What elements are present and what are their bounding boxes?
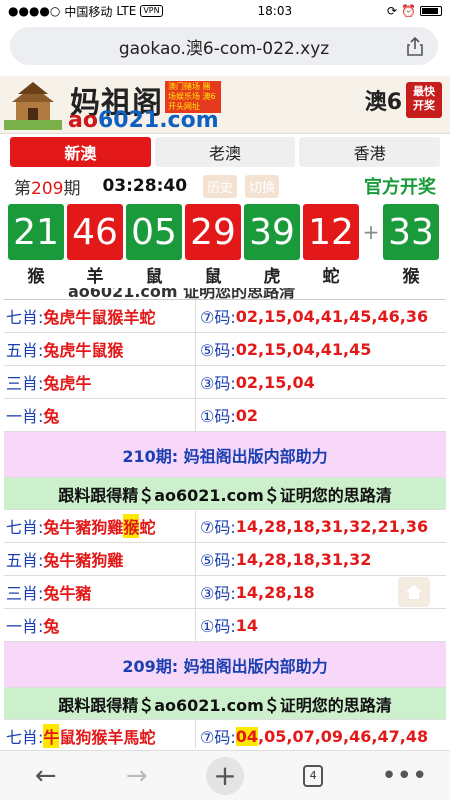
ball-number: 39 — [244, 204, 300, 260]
ball-item: 29 鼠 — [185, 204, 241, 287]
ball-zodiac: 蛇 — [322, 267, 340, 287]
signal-icon: ●●●●○ — [8, 4, 61, 18]
cutoff-row: ao6021.com 证明您的思路清 — [4, 288, 446, 300]
browser-toolbar: ← → + 4 ••• — [0, 750, 450, 800]
battery-icon — [420, 6, 442, 16]
table-row: 七肖: 兔牛豬狗雞猴蛇 ⑦码: 14,28,18,31,32,21,36 — [4, 510, 446, 543]
table-row: 五肖: 兔虎牛鼠猴 ⑤码: 02,15,04,41,45 — [4, 333, 446, 366]
arrow-right-icon: → — [125, 760, 148, 791]
more-dots-icon: ••• — [381, 760, 428, 791]
clock: 18:03 — [257, 4, 293, 18]
carrier-label: 中国移动 — [64, 4, 113, 19]
ball-item: 39 虎 — [244, 204, 300, 287]
home-button[interactable] — [398, 577, 430, 607]
new-tab-button[interactable]: + — [205, 756, 244, 795]
status-bar: ●●●●○ 中国移动 LTE VPN 18:03 ⟳ ⏰ — [0, 0, 450, 22]
ball-number: 46 — [67, 204, 123, 260]
table-row: 三肖: 兔虎牛 ③码: 02,15,04 — [4, 366, 446, 399]
ball-zodiac: 鼠 — [204, 267, 222, 287]
more-menu-button[interactable]: ••• — [381, 756, 428, 796]
plus-icon: + — [213, 759, 237, 792]
ball-zodiac: 猴 — [27, 267, 45, 287]
section-heading-210: 210期: 妈祖阁出版内部助力 — [4, 432, 446, 478]
section-ad-209[interactable]: 跟料跟得精＄ao6021.com＄证明您的思路清 — [4, 688, 446, 720]
ball-item: 46 羊 — [67, 204, 123, 287]
vpn-badge: VPN — [140, 5, 163, 17]
special-ball-zodiac: 猴 — [402, 267, 420, 287]
table-row: 一肖: 兔 ①码: 02 — [4, 399, 446, 432]
region-tabs: 新澳 老澳 香港 — [10, 137, 441, 167]
ball-item: 12 蛇 — [303, 204, 359, 287]
table-row: 一肖: 兔 ①码: 14 — [4, 609, 446, 642]
prediction-content[interactable]: ao6021.com 证明您的思路清 七肖: 兔虎牛鼠猴羊蛇 ⑦码: 02,15,0… — [4, 288, 446, 748]
table-row: 三肖: 兔牛豬 ③码: 14,28,18 — [4, 576, 446, 609]
ball-number: 29 — [185, 204, 241, 260]
arrow-left-icon: ← — [34, 760, 57, 791]
temple-logo-icon — [4, 82, 62, 130]
ball-zodiac: 羊 — [86, 267, 104, 287]
draw-time: 03:28:40 — [102, 176, 188, 196]
tab-count: 4 — [303, 764, 324, 787]
network-label: LTE — [116, 4, 137, 18]
ball-number: 05 — [126, 204, 182, 260]
special-ball-item: 33 猴 — [383, 204, 439, 287]
home-icon — [406, 585, 422, 599]
tab-xinao[interactable]: 新澳 — [10, 137, 151, 167]
address-bar[interactable]: gaokao.澳6-com-022.xyz — [10, 27, 438, 65]
table-row: 七肖: 牛鼠狗猴羊馬蛇 ⑦码: 04,05,07,09,46,47,48 — [4, 720, 446, 748]
ball-zodiac: 鼠 — [145, 267, 163, 287]
section-ad-210[interactable]: 跟料跟得精＄ao6021.com＄证明您的思路清 — [4, 478, 446, 510]
official-draw-label: 官方开奖 — [364, 177, 436, 198]
banner-right-text: 澳6 — [364, 90, 402, 115]
draw-balls: 21 猴 46 羊 05 鼠 29 鼠 39 虎 12 蛇 + 33 猴 — [8, 204, 442, 287]
section-heading-209: 209期: 妈祖阁出版内部助力 — [4, 642, 446, 688]
site-banner[interactable]: 妈祖阁 澳门赌场 赌场娱乐场 澳6开头网址 ao6021.com 澳6 最快开奖 — [0, 76, 450, 134]
banner-right: 澳6 最快开奖 — [365, 82, 442, 118]
ball-zodiac: 虎 — [263, 267, 281, 287]
share-icon[interactable] — [406, 36, 424, 56]
tabs-button[interactable]: 4 — [291, 756, 335, 796]
site-url-logo: ao6021.com — [68, 108, 219, 133]
url-text: gaokao.澳6-com-022.xyz — [118, 38, 330, 59]
ball-item: 21 猴 — [8, 204, 64, 287]
tab-hongkong[interactable]: 香港 — [299, 137, 441, 167]
history-button[interactable]: 历史 — [203, 174, 238, 198]
switch-button[interactable]: 切换 — [245, 174, 280, 198]
ball-number: 21 — [8, 204, 64, 260]
special-ball-number: 33 — [383, 204, 439, 260]
ball-number: 12 — [303, 204, 359, 260]
draw-info: 第209期 03:28:40 历史 切换 官方开奖 — [14, 174, 436, 199]
back-button[interactable]: ← — [24, 756, 68, 796]
forward-button[interactable]: → — [115, 756, 159, 796]
lock-rotation-icon: ⟳ — [386, 4, 398, 18]
period-label: 第209期 — [14, 178, 81, 199]
table-row: 七肖: 兔虎牛鼠猴羊蛇 ⑦码: 02,15,04,41,45,46,36 — [4, 300, 446, 333]
plus-sign: + — [362, 220, 380, 244]
alarm-icon: ⏰ — [401, 4, 416, 18]
fastest-seal: 最快开奖 — [406, 82, 442, 118]
table-row: 五肖: 兔牛豬狗雞 ⑤码: 14,28,18,31,32 — [4, 543, 446, 576]
ball-item: 05 鼠 — [126, 204, 182, 287]
tab-laoao[interactable]: 老澳 — [154, 137, 296, 167]
